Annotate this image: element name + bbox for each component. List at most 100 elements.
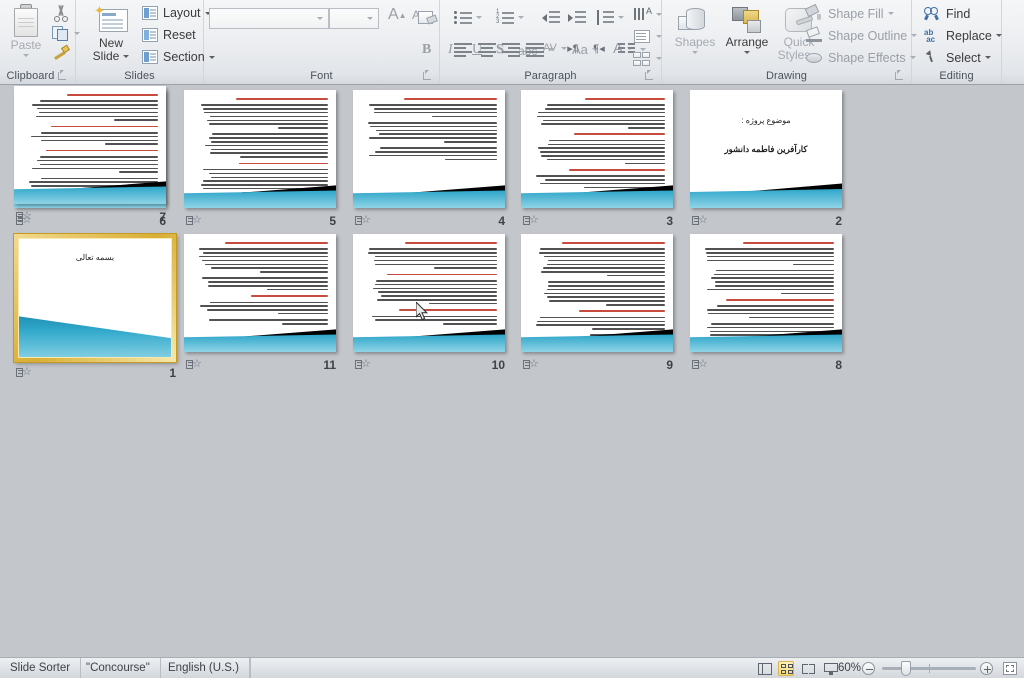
- decrease-indent-button[interactable]: [538, 8, 564, 27]
- bullets-caret-icon[interactable]: [476, 16, 482, 19]
- shape-outline-button[interactable]: Shape Outline: [802, 26, 921, 45]
- slide-cell[interactable]: ☆ 10: [353, 234, 519, 386]
- line-spacing-button[interactable]: [592, 8, 628, 27]
- slide-cell[interactable]: ☆ 9: [521, 234, 687, 386]
- slide-cell[interactable]: بسمه تعالی ☆ 1: [14, 234, 180, 386]
- zoom-slider-thumb[interactable]: [901, 661, 911, 676]
- slide-cell[interactable]: ☆ 8: [690, 234, 856, 386]
- new-slide-button[interactable]: ✦ New Slide: [84, 4, 138, 63]
- font-dialog-launcher[interactable]: [422, 70, 432, 80]
- paragraph-dialog-launcher[interactable]: [644, 70, 654, 80]
- line-spacing-caret-icon[interactable]: [618, 16, 624, 19]
- format-painter-button[interactable]: [48, 42, 74, 64]
- increase-indent-button[interactable]: [564, 8, 590, 27]
- slide-decoration-swoosh: [690, 177, 842, 208]
- shape-fill-caret-icon[interactable]: [888, 12, 894, 15]
- slide-thumbnail[interactable]: [353, 90, 505, 208]
- slide-transition-icon[interactable]: ☆: [523, 215, 539, 227]
- slide-text-line: [548, 260, 665, 262]
- slide-transition-icon[interactable]: ☆: [692, 215, 708, 227]
- fit-to-window-button[interactable]: [1003, 662, 1017, 675]
- align-center-icon: [478, 42, 496, 56]
- replace-caret-icon[interactable]: [996, 34, 1002, 37]
- align-text-button[interactable]: [628, 26, 666, 47]
- slide-text-line: [40, 164, 158, 166]
- justify-caret-icon[interactable]: [548, 48, 554, 51]
- select-caret-icon[interactable]: [985, 56, 991, 59]
- slide-decoration-swoosh: [521, 324, 673, 352]
- slide-transition-icon[interactable]: ☆: [16, 211, 32, 223]
- select-button[interactable]: Select: [920, 48, 995, 67]
- status-language[interactable]: English (U.S.): [158, 658, 250, 678]
- zoom-out-button[interactable]: [862, 662, 875, 675]
- slide-thumbnail[interactable]: موضوع پروژه : کارآفرین فاطمه دانشور: [690, 90, 842, 208]
- right-to-left-button[interactable]: ¶◂: [586, 40, 612, 58]
- shapes-caret-icon[interactable]: [692, 51, 698, 54]
- slide-text-line: [628, 127, 665, 129]
- numbering-caret-icon[interactable]: [518, 16, 524, 19]
- justify-button[interactable]: [522, 40, 558, 58]
- slide-transition-icon[interactable]: ☆: [16, 367, 32, 379]
- arrange-caret-icon[interactable]: [744, 51, 750, 54]
- drawing-dialog-launcher[interactable]: [894, 70, 904, 80]
- font-size-box[interactable]: [329, 8, 379, 29]
- slide-cell[interactable]: ☆ 7: [14, 86, 180, 238]
- slide-cell[interactable]: ☆ 5: [184, 90, 350, 242]
- slide-transition-icon[interactable]: ☆: [186, 359, 202, 371]
- slide-transition-icon[interactable]: ☆: [355, 215, 371, 227]
- grow-font-button[interactable]: A ▲: [384, 5, 411, 25]
- slide-cell[interactable]: موضوع پروژه : کارآفرین فاطمه دانشور ☆ 2: [690, 90, 856, 242]
- align-right-button[interactable]: [498, 40, 524, 58]
- status-view-mode-label: Slide Sorter: [10, 662, 70, 674]
- slide-text-line: [369, 137, 497, 139]
- left-to-right-button[interactable]: ▸¶: [560, 40, 586, 58]
- slide-thumbnail[interactable]: بسمه تعالی: [19, 239, 171, 357]
- view-slide-sorter-button[interactable]: [778, 661, 794, 676]
- replace-button[interactable]: ab ac Replace: [920, 26, 1006, 45]
- paste-caret-icon[interactable]: [23, 54, 29, 57]
- slide-transition-icon[interactable]: ☆: [523, 359, 539, 371]
- align-left-button[interactable]: [450, 40, 476, 58]
- align-center-button[interactable]: [474, 40, 500, 58]
- new-slide-caret-icon[interactable]: [123, 55, 129, 58]
- clear-formatting-button-icon[interactable]: [414, 8, 442, 28]
- slide-cell[interactable]: ☆ 3: [521, 90, 687, 242]
- font-name-caret-icon[interactable]: [317, 17, 323, 20]
- numbering-button[interactable]: 123: [492, 8, 528, 27]
- slide-transition-icon[interactable]: ☆: [692, 359, 708, 371]
- slide-thumbnail[interactable]: [521, 234, 673, 352]
- bullets-button[interactable]: [450, 8, 486, 27]
- slide-thumbnail[interactable]: [14, 86, 166, 204]
- font-name-box[interactable]: [209, 8, 329, 29]
- slide-sorter-workspace[interactable]: ☆ 6 ☆ 5 ☆ 4 ☆ 3 موضوع پروژه : کارآفرین فاطمه دانش…: [0, 86, 1024, 657]
- convert-to-smartart-button[interactable]: [628, 48, 666, 69]
- slide-text-line: [749, 317, 834, 319]
- paste-label: Paste: [11, 39, 42, 52]
- view-normal-button[interactable]: [756, 661, 772, 676]
- slide-thumbnail[interactable]: [690, 234, 842, 352]
- clipboard-dialog-launcher[interactable]: [57, 70, 67, 80]
- slide-thumbnail[interactable]: [353, 234, 505, 352]
- slide-thumbnail[interactable]: [184, 90, 336, 208]
- find-button[interactable]: Find: [920, 4, 974, 23]
- reset-button[interactable]: Reset: [138, 26, 200, 44]
- view-reading-button[interactable]: [800, 661, 816, 676]
- zoom-in-button[interactable]: [980, 662, 993, 675]
- slide-text-line: [429, 303, 497, 305]
- slide-cell[interactable]: ☆ 11: [184, 234, 350, 386]
- slide-cell[interactable]: ☆ 4: [353, 90, 519, 242]
- shapes-button[interactable]: Shapes: [668, 6, 722, 54]
- slide-text-line: [211, 177, 328, 179]
- paste-button[interactable]: Paste: [4, 4, 48, 57]
- slide-thumbnail[interactable]: [184, 234, 336, 352]
- bold-button[interactable]: B: [418, 40, 435, 60]
- arrange-button[interactable]: Arrange: [720, 6, 774, 54]
- text-direction-button[interactable]: A: [628, 4, 666, 25]
- slide-transition-icon[interactable]: ☆: [355, 359, 371, 371]
- slide-transition-icon[interactable]: ☆: [186, 215, 202, 227]
- shape-effects-button[interactable]: Shape Effects: [802, 48, 920, 67]
- shape-fill-button[interactable]: Shape Fill: [802, 4, 898, 23]
- font-size-caret-icon[interactable]: [367, 17, 373, 20]
- cut-button[interactable]: [48, 2, 74, 24]
- slide-thumbnail[interactable]: [521, 90, 673, 208]
